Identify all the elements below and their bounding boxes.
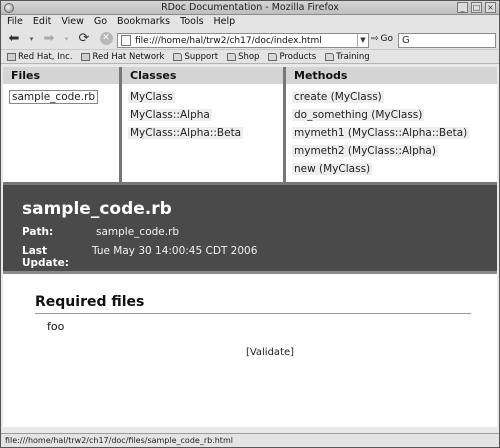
class-link[interactable]: MyClass::Alpha xyxy=(128,106,283,124)
classes-frame: Classes MyClass MyClass::Alpha MyClass::… xyxy=(122,67,286,182)
folder-icon xyxy=(268,52,278,61)
menu-help[interactable]: Help xyxy=(214,16,236,27)
title-bar: RDoc Documentation - Mozilla Firefox _ □… xyxy=(1,1,499,15)
bookmark-label: Training xyxy=(336,51,370,62)
methods-frame: Methods create (MyClass) do_something (M… xyxy=(286,67,497,182)
class-link[interactable]: MyClass::Alpha::Beta xyxy=(128,124,283,142)
method-link-label: mymeth2 (MyClass::Alpha) xyxy=(292,145,438,157)
close-button[interactable]: × xyxy=(485,2,496,13)
index-frames: Files sample_code.rb Classes MyClass MyC… xyxy=(3,67,497,185)
minimize-button[interactable]: _ xyxy=(457,2,468,13)
path-label: Path: xyxy=(22,226,54,238)
bookmark-label: Red Hat Network xyxy=(92,51,165,62)
files-frame: Files sample_code.rb xyxy=(3,67,122,182)
menu-go[interactable]: Go xyxy=(94,16,107,27)
google-icon: G xyxy=(402,35,410,46)
back-dropdown-icon[interactable]: ▾ xyxy=(27,30,36,48)
page-title: sample_code.rb xyxy=(22,199,172,219)
search-input[interactable]: G xyxy=(398,33,496,48)
validate-link[interactable]: [Validate] xyxy=(246,347,294,358)
menu-bar: File Edit View Go Bookmarks Tools Help xyxy=(1,15,499,28)
bookmark-label: Shop xyxy=(238,51,260,62)
class-link-label: MyClass::Alpha::Beta xyxy=(128,127,244,139)
back-arrow-icon[interactable]: ⬅ xyxy=(5,30,23,48)
classes-header: Classes xyxy=(122,67,283,84)
window-title: RDoc Documentation - Mozilla Firefox xyxy=(161,2,339,13)
go-label: Go xyxy=(380,34,394,44)
chevron-down-icon[interactable]: ▼ xyxy=(357,34,368,47)
file-link[interactable]: sample_code.rb xyxy=(9,88,119,106)
address-bar[interactable]: file:///home/hal/trw2/ch17/doc/index.htm… xyxy=(117,33,369,48)
update-row: Last Update: Tue May 30 14:00:45 CDT 200… xyxy=(22,245,497,269)
method-link[interactable]: do_something (MyClass) xyxy=(292,106,497,124)
bookmark-products[interactable]: Products xyxy=(268,52,316,62)
method-link[interactable]: mymeth1 (MyClass::Alpha::Beta) xyxy=(292,124,497,142)
stop-button[interactable]: ✕ xyxy=(97,30,115,48)
class-link-label: MyClass::Alpha xyxy=(128,109,212,121)
path-value: sample_code.rb xyxy=(96,226,180,238)
class-link[interactable]: MyClass xyxy=(128,88,283,106)
main-body: Required files foo [Validate] xyxy=(3,274,497,358)
class-link-label: MyClass xyxy=(128,91,175,103)
bookmark-red-hat-network[interactable]: Red Hat Network xyxy=(81,52,164,62)
bookmark-red-hat-inc[interactable]: Red Hat, Inc. xyxy=(7,52,72,62)
method-link-label: do_something (MyClass) xyxy=(292,109,425,121)
stop-icon: ✕ xyxy=(99,32,113,45)
page-icon xyxy=(121,35,131,46)
go-button[interactable]: ⇨ Go xyxy=(371,34,393,44)
file-header-banner: sample_code.rb Path: sample_code.rb Last… xyxy=(3,185,497,271)
maximize-button[interactable]: □ xyxy=(471,2,482,13)
bookmarks-toolbar: Red Hat, Inc. Red Hat Network Support Sh… xyxy=(1,50,499,64)
page-icon xyxy=(81,52,91,61)
section-title: Required files xyxy=(35,294,471,314)
files-header: Files xyxy=(3,67,119,84)
bookmark-training[interactable]: Training xyxy=(325,52,370,62)
file-link-label: sample_code.rb xyxy=(9,90,99,104)
status-bar: file:///home/hal/trw2/ch17/doc/files/sam… xyxy=(1,433,499,447)
method-link[interactable]: new (MyClass) xyxy=(292,160,497,178)
forward-arrow-icon[interactable]: ➡ xyxy=(40,30,58,48)
page-content: Files sample_code.rb Classes MyClass MyC… xyxy=(3,67,497,427)
method-link-label: mymeth1 (MyClass::Alpha::Beta) xyxy=(292,127,470,139)
forward-dropdown-icon[interactable]: ▾ xyxy=(62,30,71,48)
browser-window: RDoc Documentation - Mozilla Firefox _ □… xyxy=(0,0,500,448)
method-link-label: new (MyClass) xyxy=(292,163,373,175)
method-link[interactable]: mymeth2 (MyClass::Alpha) xyxy=(292,142,497,160)
page-icon xyxy=(7,52,16,61)
required-file-item: foo xyxy=(47,320,65,333)
path-row: Path: sample_code.rb xyxy=(22,226,497,238)
menu-tools[interactable]: Tools xyxy=(180,16,203,27)
bookmark-label: Red Hat, Inc. xyxy=(18,51,73,62)
methods-header: Methods xyxy=(286,67,497,84)
firefox-icon xyxy=(4,3,14,13)
url-text[interactable]: file:///home/hal/trw2/ch17/doc/index.htm… xyxy=(135,36,357,46)
bookmark-shop[interactable]: Shop xyxy=(227,52,259,62)
folder-icon xyxy=(325,52,335,61)
folder-icon xyxy=(227,52,237,61)
update-value: Tue May 30 14:00:45 CDT 2006 xyxy=(92,245,258,257)
menu-edit[interactable]: Edit xyxy=(33,16,51,27)
go-arrow-icon: ⇨ xyxy=(371,34,379,44)
bookmark-label: Support xyxy=(184,51,219,62)
update-label: Last Update: xyxy=(22,245,69,269)
menu-file[interactable]: File xyxy=(7,16,23,27)
reload-icon[interactable]: ⟳ xyxy=(75,30,93,48)
folder-icon xyxy=(173,52,183,61)
bookmark-support[interactable]: Support xyxy=(173,52,218,62)
menu-bookmarks[interactable]: Bookmarks xyxy=(117,16,170,27)
method-link-label: create (MyClass) xyxy=(292,91,384,103)
method-link[interactable]: create (MyClass) xyxy=(292,88,497,106)
menu-view[interactable]: View xyxy=(61,16,84,27)
bookmark-label: Products xyxy=(279,51,317,62)
